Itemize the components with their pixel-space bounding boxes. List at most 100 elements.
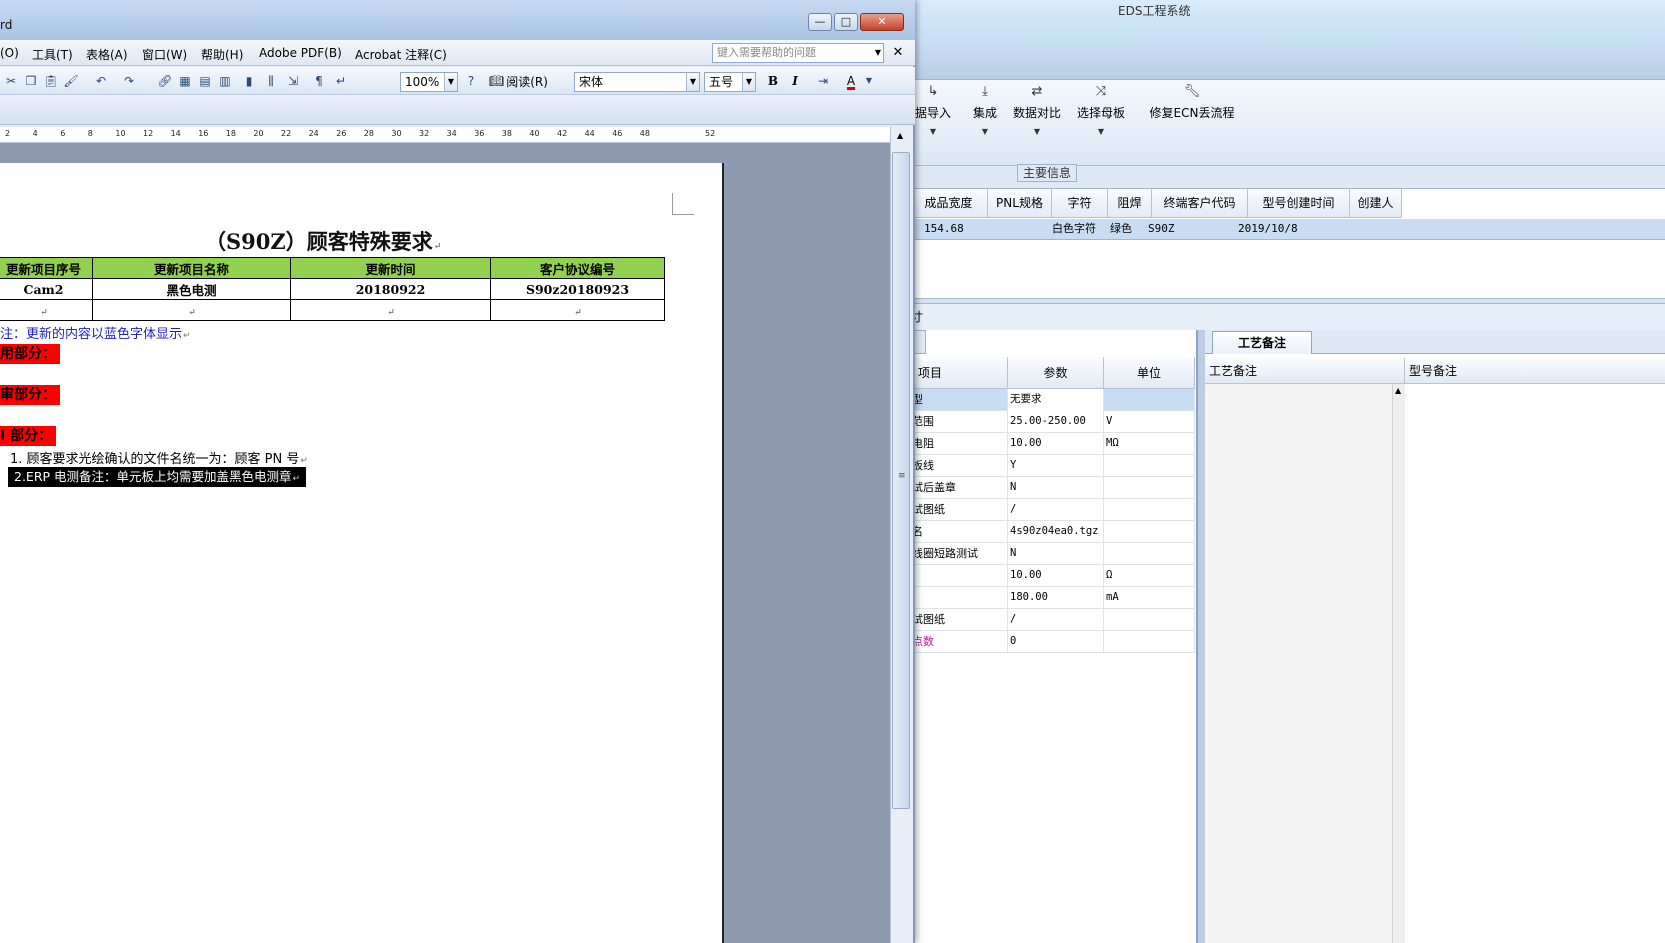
menu-table[interactable]: 表格(A)	[86, 46, 128, 63]
table-row[interactable]: 180.00 mA	[910, 587, 1195, 609]
table-row[interactable]: 点数 0	[910, 631, 1195, 653]
param-cell-value[interactable]: /	[1008, 499, 1104, 521]
param-cell-unit[interactable]	[1104, 389, 1195, 411]
param-cell-item[interactable]: 点数	[910, 631, 1008, 653]
close-button[interactable]: ✕	[860, 13, 904, 31]
table-row[interactable]: 试后盖章 N	[910, 477, 1195, 499]
table-row[interactable]: 范围 25.00-250.00 V	[910, 411, 1195, 433]
remark-scrollbar[interactable]: ▲	[1392, 384, 1405, 943]
param-cell-value[interactable]: N	[1008, 543, 1104, 565]
table-cell[interactable]: ↵	[92, 299, 291, 321]
copy-icon[interactable]: ❐	[22, 73, 40, 89]
ribbon-compare-button[interactable]: ⇄ 数据对比 ▼	[1008, 84, 1066, 136]
ribbon-integrate-button[interactable]: ⤓ 集成 ▼	[965, 84, 1005, 136]
bold-icon[interactable]: B	[764, 73, 782, 89]
remark-col-process[interactable]: 工艺备注	[1205, 358, 1405, 384]
indent-icon[interactable]: ⇥	[814, 73, 832, 89]
param-cell-item[interactable]: 试图纸	[910, 609, 1008, 631]
table-cell[interactable]: ↵	[490, 299, 665, 321]
table-cell[interactable]: ↵	[0, 299, 93, 321]
format-painter-icon[interactable]: 🖌︎	[62, 73, 80, 89]
insert-excel-icon[interactable]: ▥	[216, 73, 234, 89]
chevron-down-icon[interactable]: ▼	[872, 43, 884, 63]
show-hide-icon[interactable]: ¶	[310, 73, 328, 89]
menu-adobe-pdf[interactable]: Adobe PDF(B)	[259, 46, 342, 60]
param-cell-unit[interactable]: MΩ	[1104, 433, 1195, 455]
reading-pane-icon[interactable]: ↵	[332, 73, 350, 89]
param-cell-item[interactable]: 试图纸	[910, 499, 1008, 521]
minimize-button[interactable]: —	[808, 13, 832, 31]
drawing-icon[interactable]: ⫼	[262, 73, 280, 89]
param-cell-item[interactable]: 试后盖章	[910, 477, 1008, 499]
grid-header[interactable]: 型号创建时间	[1248, 189, 1350, 218]
param-col-unit[interactable]: 单位	[1104, 357, 1195, 389]
table-header-cell[interactable]: 客户协议编号	[490, 257, 665, 279]
help-search-input[interactable]: 键入需要帮助的问题	[712, 43, 884, 63]
close-icon[interactable]: ✕	[890, 43, 906, 63]
param-cell-item[interactable]	[910, 587, 1008, 609]
hyperlink-icon[interactable]: 🔗︎	[156, 73, 174, 89]
menu-window[interactable]: 窗口(W)	[142, 46, 187, 63]
remark-col-model[interactable]: 型号备注	[1405, 358, 1665, 384]
param-cell-item[interactable]: 范围	[910, 411, 1008, 433]
columns-icon[interactable]: ▮	[240, 73, 258, 89]
param-cell-item[interactable]: 线圈短路测试	[910, 543, 1008, 565]
param-cell-value[interactable]: 无要求	[1008, 389, 1104, 411]
table-row[interactable]: 型无要求	[910, 389, 1195, 411]
table-row[interactable]: 名 4s90z04ea0.tgz	[910, 521, 1195, 543]
table-header-cell[interactable]: 更新项目序号	[0, 257, 93, 279]
grid-header[interactable]: 创建人	[1350, 189, 1402, 218]
scroll-up-icon[interactable]: ▲	[1395, 386, 1401, 395]
zoom-select[interactable]: 100% ▼	[400, 72, 458, 92]
panel-splitter[interactable]	[1197, 330, 1205, 943]
param-cell-unit[interactable]	[1104, 455, 1195, 477]
table-row[interactable]: 电阻 10.00 MΩ	[910, 433, 1195, 455]
requirement-item-2-selected[interactable]: 2.ERP 电测备注：单元板上均需要加盖黑色电测章↵	[8, 467, 307, 487]
ribbon-import-button[interactable]: ↳ 据导入 ▼	[911, 84, 955, 136]
table-row[interactable]: 板线 Y	[910, 455, 1195, 477]
table-row[interactable]: 试图纸 /	[910, 499, 1195, 521]
param-cell-value[interactable]: 0	[1008, 631, 1104, 653]
font-color-icon[interactable]: A	[842, 73, 860, 89]
table-cell[interactable]: S90z20180923	[490, 278, 665, 300]
table-row[interactable]: 10.00 Ω	[910, 565, 1195, 587]
insert-table-icon[interactable]: ▤	[196, 73, 214, 89]
table-header-cell[interactable]: 更新时间	[290, 257, 491, 279]
horizontal-ruler[interactable]: 2 4 6 8 10 12 14 16 18 20 22 24 26 28 30 32 34 36 38 40 42 44…	[0, 127, 890, 143]
param-cell-unit[interactable]	[1104, 477, 1195, 499]
maximize-button[interactable]: □	[834, 13, 858, 31]
grid-header[interactable]: 成品宽度	[910, 189, 988, 218]
tables-borders-icon[interactable]: ▦	[176, 73, 194, 89]
param-cell-item[interactable]	[910, 565, 1008, 587]
font-size-select[interactable]: 五号 ▼	[704, 72, 756, 92]
ribbon-fix-ecn-button[interactable]: 🔧︎ 修复ECN丢流程	[1134, 84, 1250, 121]
redo-icon[interactable]: ↷	[120, 73, 138, 89]
param-cell-item[interactable]: 型	[910, 389, 1008, 411]
grid-header[interactable]: 字符	[1052, 189, 1108, 218]
ribbon-select-mother-button[interactable]: ⤨ 选择母板 ▼	[1072, 84, 1130, 136]
param-col-value[interactable]: 参数	[1008, 357, 1104, 389]
menu-format[interactable]: (O)	[0, 46, 19, 60]
chevron-down-icon[interactable]: ▼	[742, 73, 755, 91]
table-row[interactable]: 154.68 白色字符 绿色 S90Z 2019/10/8	[910, 219, 1665, 240]
param-cell-item[interactable]: 名	[910, 521, 1008, 543]
param-cell-item[interactable]: 板线	[910, 455, 1008, 477]
param-cell-unit[interactable]: mA	[1104, 587, 1195, 609]
chevron-down-icon[interactable]: ▼	[860, 73, 878, 89]
param-cell-unit[interactable]	[1104, 631, 1195, 653]
param-cell-value[interactable]: Y	[1008, 455, 1104, 477]
grid-header[interactable]: 阻焊	[1108, 189, 1152, 218]
menu-acrobat-comment[interactable]: Acrobat 注释(C)	[355, 46, 447, 63]
param-cell-value[interactable]: 10.00	[1008, 433, 1104, 455]
table-cell[interactable]: 20180922	[290, 278, 491, 300]
chevron-down-icon[interactable]: ▼	[686, 73, 699, 91]
menu-help[interactable]: 帮助(H)	[201, 46, 243, 63]
undo-icon[interactable]: ↶	[92, 73, 110, 89]
param-cell-value[interactable]: 25.00-250.00	[1008, 411, 1104, 433]
param-cell-value[interactable]: 180.00	[1008, 587, 1104, 609]
param-cell-unit[interactable]	[1104, 543, 1195, 565]
scroll-up-icon[interactable]: ▲	[897, 131, 903, 140]
reading-mode-button[interactable]: 📖︎ 阅读(R)	[486, 71, 551, 91]
table-row[interactable]: 试图纸 /	[910, 609, 1195, 631]
param-cell-unit[interactable]	[1104, 499, 1195, 521]
